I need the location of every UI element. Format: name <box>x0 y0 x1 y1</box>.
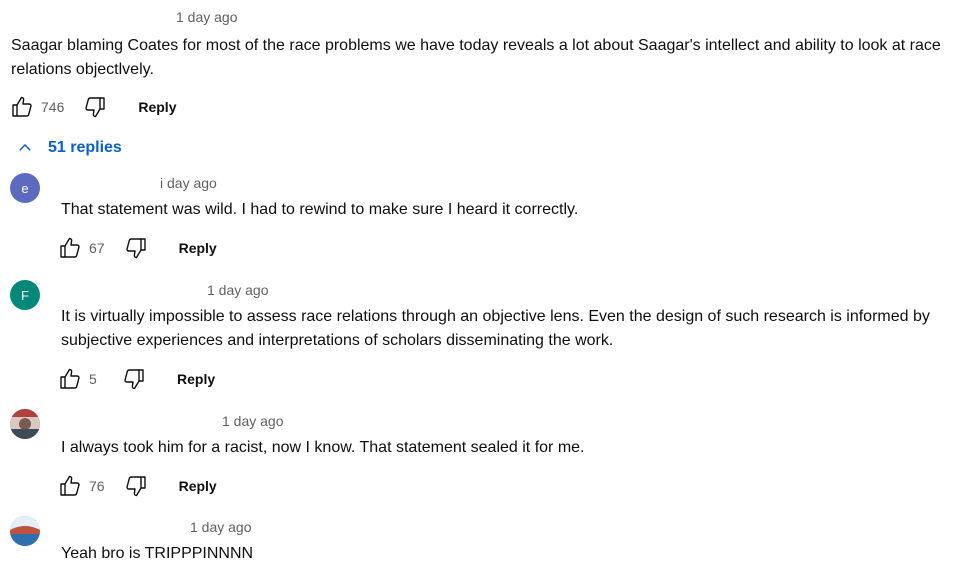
thumbs-up-icon[interactable] <box>57 473 83 499</box>
like-count: 67 <box>89 240 105 256</box>
chevron-up-icon <box>19 143 31 151</box>
thumbs-up-icon[interactable] <box>9 94 35 120</box>
comment-timestamp[interactable]: 1 day ago <box>176 9 238 25</box>
reply-button[interactable]: Reply <box>138 99 176 115</box>
avatar-image <box>10 409 40 439</box>
reply-button[interactable]: Reply <box>177 371 215 387</box>
avatar-letter: e <box>21 180 29 196</box>
reply-text: It is virtually impossible to assess rac… <box>61 308 930 349</box>
avatar-letter: F <box>21 287 29 303</box>
avatar[interactable] <box>10 516 40 546</box>
reply-button[interactable]: Reply <box>179 478 217 494</box>
thumbs-down-icon[interactable] <box>121 366 147 392</box>
reply-timestamp[interactable]: 1 day ago <box>207 282 269 298</box>
comment-text: Saagar blaming Coates for most of the ra… <box>11 37 941 78</box>
thumbs-up-icon[interactable] <box>57 366 83 392</box>
avatar[interactable] <box>10 409 40 439</box>
avatar[interactable]: e <box>10 173 40 203</box>
thumbs-down-icon[interactable] <box>123 235 149 261</box>
like-count: 76 <box>89 478 105 494</box>
reply-action-row: 5 Reply <box>57 365 215 393</box>
reply-timestamp[interactable]: i day ago <box>160 175 217 191</box>
reply-text: That statement was wild. I had to rewind… <box>61 201 579 218</box>
avatar[interactable]: F <box>10 280 40 310</box>
reply-text: I always took him for a racist, now I kn… <box>61 439 585 456</box>
reply-button[interactable]: Reply <box>179 240 217 256</box>
reply-action-row: 67 Reply <box>57 234 217 262</box>
avatar-image <box>10 516 40 546</box>
thumbs-down-icon[interactable] <box>82 94 108 120</box>
reply-text: Yeah bro is TRIPPPINNNN <box>61 545 254 562</box>
like-count: 746 <box>41 99 65 115</box>
reply-timestamp[interactable]: 1 day ago <box>222 413 284 429</box>
replies-toggle-button[interactable]: 51 replies <box>16 139 122 157</box>
replies-count-label: 51 replies <box>48 139 122 156</box>
reply-action-row: 76 Reply <box>57 472 217 500</box>
thumbs-down-icon[interactable] <box>123 473 149 499</box>
like-count: 5 <box>89 371 97 387</box>
thumbs-up-icon[interactable] <box>57 235 83 261</box>
comment-action-row: 746 Reply <box>9 93 176 121</box>
reply-timestamp[interactable]: 1 day ago <box>190 519 252 535</box>
